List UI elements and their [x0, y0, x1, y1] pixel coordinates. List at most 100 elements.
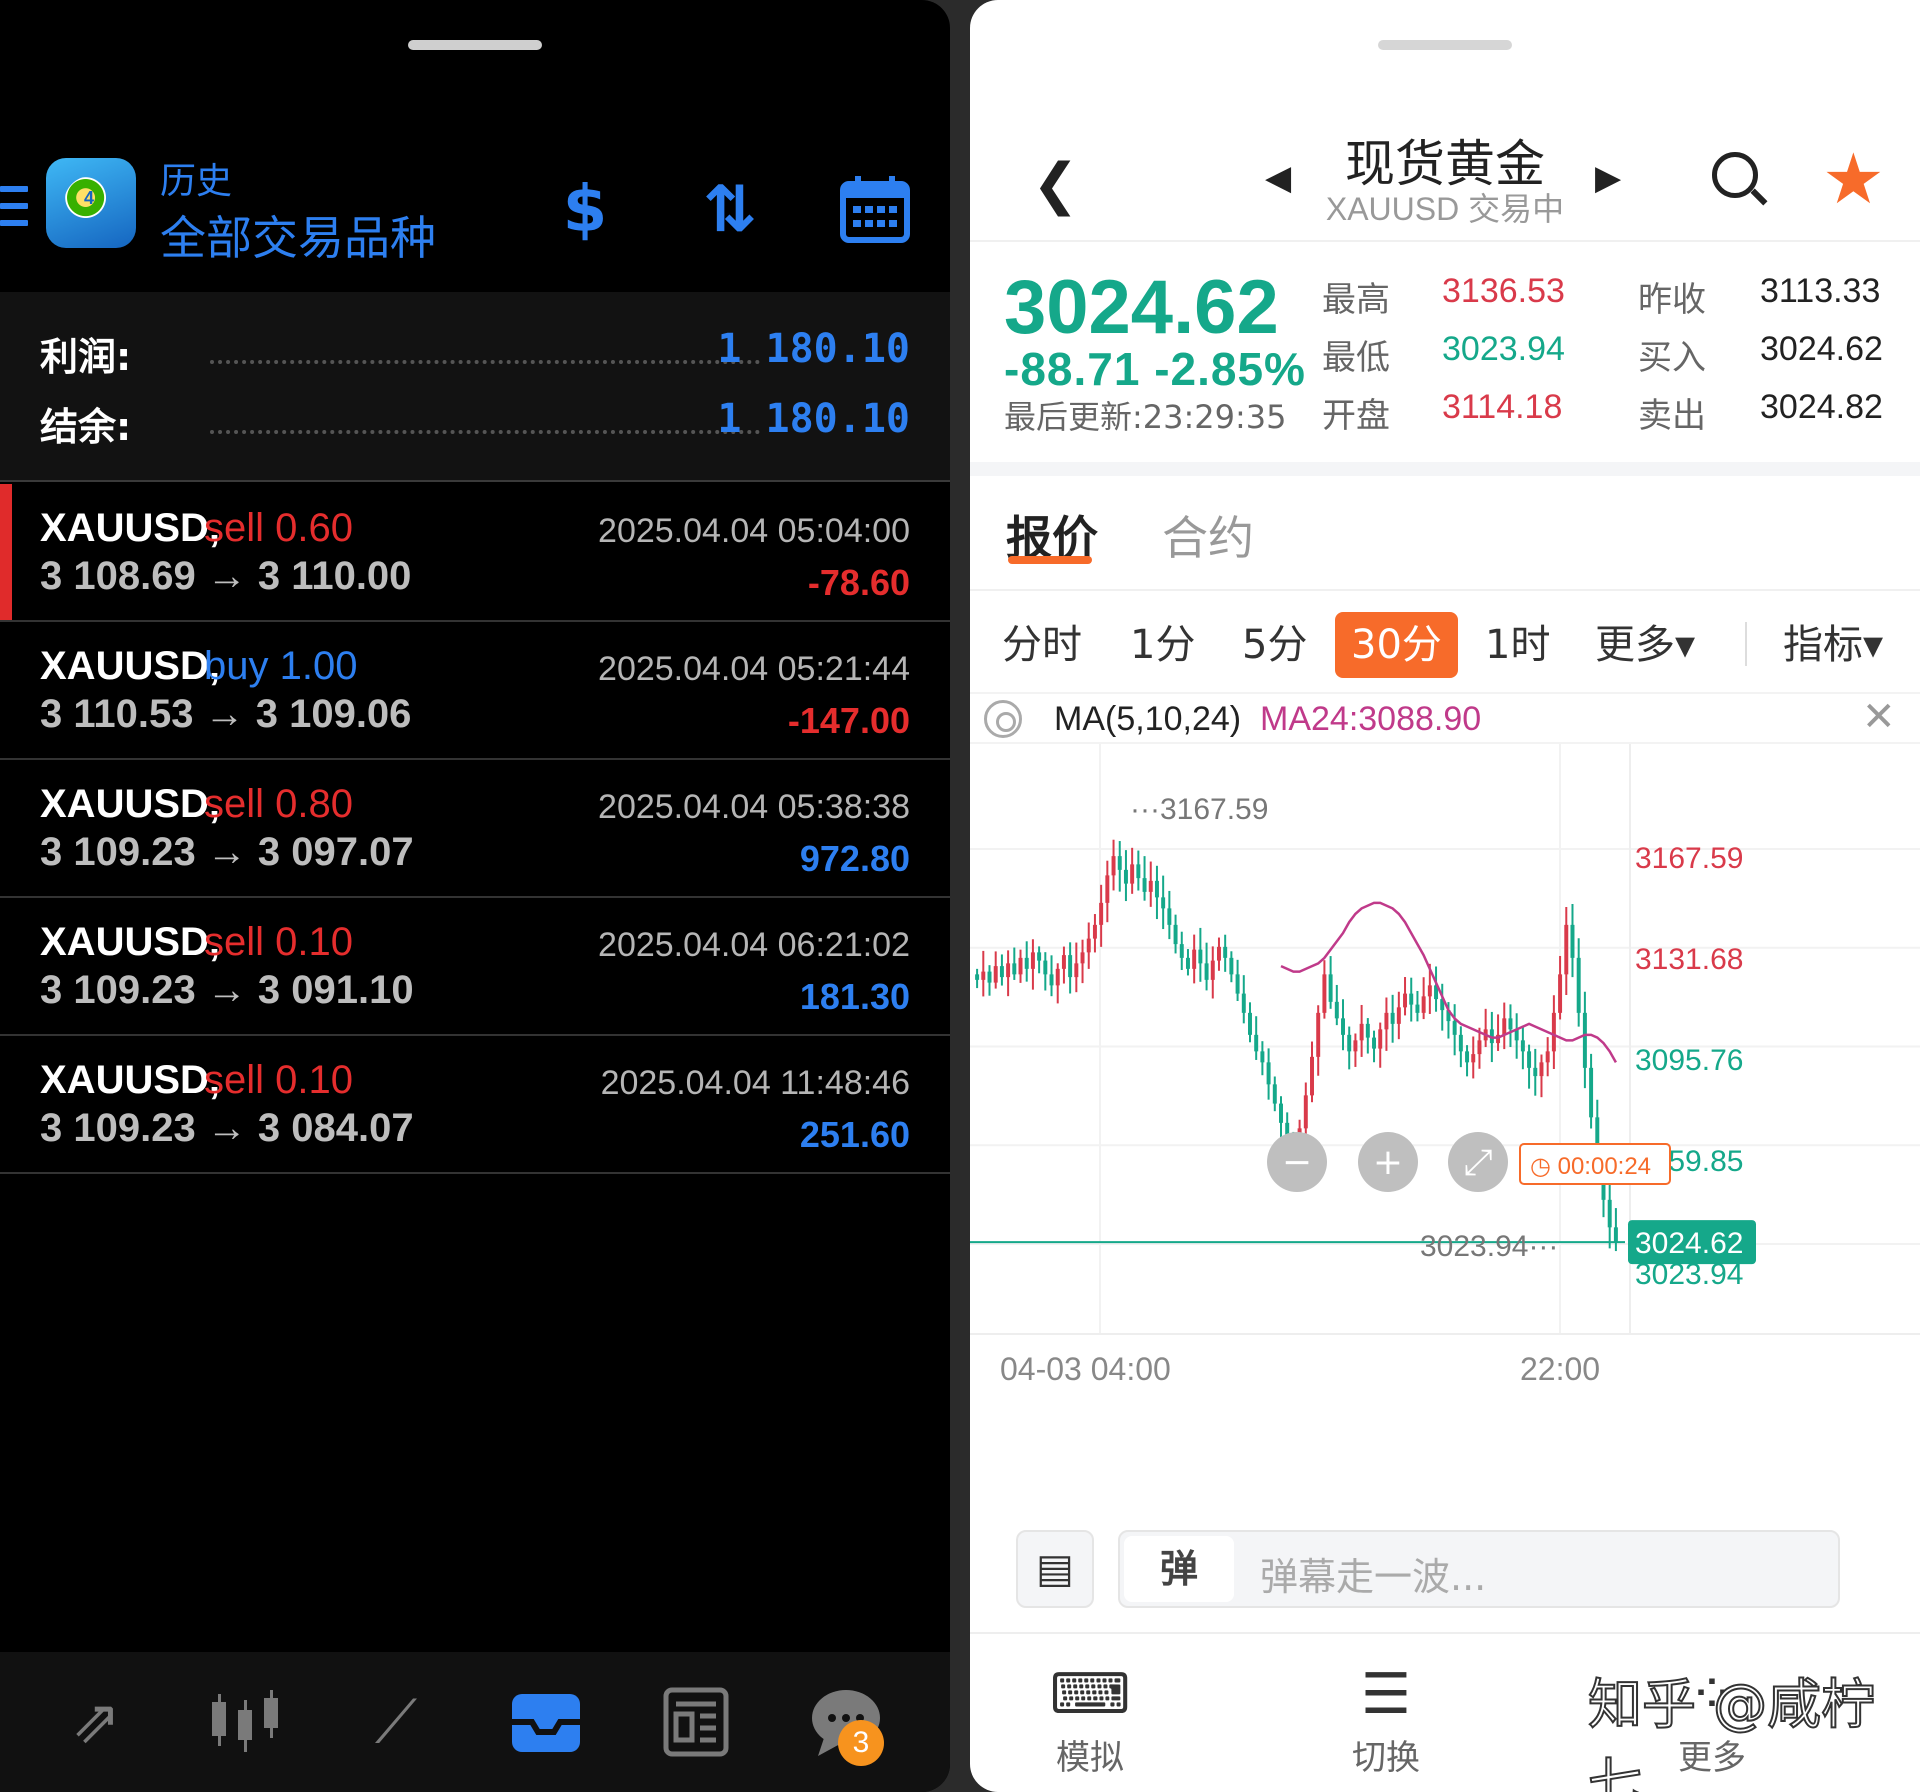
sim-trade-button[interactable]: ⌨ 模拟 [1020, 1660, 1160, 1779]
open-value: 3114.18 [1442, 388, 1563, 426]
high-label: 最高 [1322, 280, 1390, 320]
period-tab[interactable]: 分时 [1002, 612, 1082, 678]
candle-body [1409, 993, 1414, 1005]
candle-body [993, 966, 998, 983]
profit-row: 利润: 1 180.10 [40, 326, 910, 386]
danmu-input[interactable]: 弹 弹幕走一波... [1118, 1530, 1840, 1608]
quote-summary: 3024.62 -88.71 -2.85% 最后更新:23:29:35 最高 3… [970, 240, 1920, 460]
chart-icon[interactable]: ⟋ [356, 1682, 436, 1762]
candle-body [1347, 1034, 1352, 1052]
candle-body [1192, 949, 1197, 969]
candle-body [1092, 924, 1097, 939]
candle-body [1223, 946, 1228, 958]
period-tab[interactable]: 5分 [1242, 612, 1307, 678]
candle-body [1465, 1051, 1470, 1063]
candle-body [1452, 1021, 1457, 1035]
quote-panel: ❮ ◀ 现货黄金 XAUUSD 交易中 ▶ ★ 3024.62 -88.71 -… [970, 0, 1920, 1792]
order-time: 2025.04.04 05:38:38 [598, 788, 910, 826]
close-icon[interactable]: ✕ [1862, 694, 1896, 740]
prev-close-label: 昨收 [1638, 280, 1706, 320]
order-row[interactable]: XAUUSD, sell 0.60 3 108.69 → 3 110.00 2025.… [0, 484, 950, 622]
candle-body [1458, 1034, 1463, 1052]
candle-body [1055, 968, 1060, 986]
drag-handle[interactable] [1378, 40, 1512, 50]
candle-body [1471, 1054, 1476, 1063]
order-side: sell 0.10 [204, 920, 353, 964]
ma24-value: MA24:3088.90 [1260, 700, 1482, 738]
high-value: 3136.53 [1442, 272, 1565, 310]
bid-value: 3024.62 [1760, 330, 1883, 368]
chart-canvas[interactable]: ···3167.59 3023.94··· 3167.59 3131.68 3095.7… [970, 744, 1920, 1459]
candle-body [1539, 1062, 1544, 1077]
page-title[interactable]: 全部交易品种 [160, 202, 436, 268]
candle-body [1520, 1040, 1525, 1052]
tab-contract[interactable]: 合约 [1162, 502, 1254, 568]
candle-body [1198, 949, 1203, 964]
candle-body [1415, 1004, 1420, 1013]
candle-body [1006, 963, 1011, 978]
switch-button[interactable]: ☰ 切换 [1316, 1660, 1456, 1779]
news-icon[interactable] [656, 1682, 736, 1762]
order-prices: 3 110.53 → 3 109.06 [40, 692, 412, 736]
candle-body [1105, 875, 1110, 903]
candle-body [1117, 856, 1122, 870]
history-icon[interactable] [506, 1682, 586, 1762]
next-symbol-icon[interactable]: ▶ [1595, 158, 1621, 198]
candle-body [1012, 963, 1017, 975]
danmu-settings-icon[interactable]: ▤ [1016, 1530, 1094, 1608]
history-toolbar: 4 历史 全部交易品种 $ ⇅ [0, 140, 950, 290]
open-label: 开盘 [1322, 396, 1390, 436]
period-tab-selected[interactable]: 30分 [1335, 612, 1458, 678]
settings-gear-icon[interactable] [984, 700, 1022, 738]
period-tab[interactable]: 1分 [1130, 612, 1195, 678]
currency-exchange-icon[interactable]: $ [545, 170, 625, 250]
order-prices: 3 109.23 → 3 097.07 [40, 830, 414, 874]
candle-body [1074, 963, 1079, 978]
candle-body [1080, 952, 1085, 964]
order-row[interactable]: XAUUSD, sell 0.10 3 109.23 → 3 091.10 2025.… [0, 898, 950, 1036]
candle-body [1167, 908, 1172, 925]
period-tab[interactable]: 1时 [1485, 612, 1550, 678]
candle-body [1533, 1067, 1538, 1077]
candle-body [987, 971, 992, 983]
trade-icon[interactable]: ⇗ [56, 1682, 136, 1762]
danmu-toggle[interactable]: 弹 [1124, 1536, 1234, 1602]
candle-body [1328, 974, 1333, 1002]
order-pnl: -147.00 [787, 700, 910, 741]
candle-body [1161, 897, 1166, 909]
indicator-dropdown[interactable]: 指标▾ [1783, 612, 1883, 678]
favorite-star-icon[interactable]: ★ [1822, 138, 1885, 220]
active-tab-indicator [1008, 556, 1092, 564]
order-row[interactable]: XAUUSD, buy 1.00 3 110.53 → 3 109.06 2025.0… [0, 622, 950, 760]
bottom-nav: ⇗ ⟋ [0, 1652, 950, 1792]
order-prices: 3 109.23 → 3 091.10 [40, 968, 414, 1012]
fullscreen-button-icon: ⤢ [1464, 1142, 1493, 1183]
candle-body [1037, 952, 1042, 961]
candle-body [1607, 1199, 1612, 1228]
order-row[interactable]: XAUUSD, sell 0.10 3 109.23 → 3 084.07 2025.… [0, 1036, 950, 1174]
order-row[interactable]: XAUUSD, sell 0.80 3 109.23 → 3 097.07 2025.… [0, 760, 950, 898]
candle-body [1477, 1040, 1482, 1055]
candle-body [1564, 924, 1569, 975]
prev-close-value: 3113.33 [1760, 272, 1881, 310]
order-pnl: 251.60 [799, 1114, 910, 1155]
candle-body [1068, 955, 1073, 978]
period-more-dropdown[interactable]: 更多▾ [1595, 612, 1695, 678]
candle-body [1551, 1012, 1556, 1052]
quotes-icon[interactable] [206, 1682, 286, 1762]
history-panel: 4 历史 全部交易品种 $ ⇅ 利润: 1 180.10 结余: 1 180.1… [0, 0, 950, 1792]
low-value: 3023.94 [1442, 330, 1565, 368]
switch-icon: ☰ [1360, 1662, 1412, 1727]
balance-label: 结余: [40, 405, 132, 449]
drag-handle[interactable] [408, 40, 542, 50]
menu-icon[interactable] [0, 186, 28, 230]
y-tick-label: 3095.76 [1635, 1044, 1743, 1077]
candle-body [1210, 960, 1215, 980]
calendar-icon[interactable] [835, 170, 915, 250]
search-icon[interactable] [1710, 150, 1770, 210]
candle-body [1266, 1062, 1271, 1085]
countdown-label: ◷ 00:00:24 [1530, 1153, 1651, 1180]
candlestick-chart[interactable]: ···3167.59 3023.94··· 3167.59 3131.68 3095.7… [970, 744, 1920, 1459]
candle-body [1359, 1023, 1364, 1041]
sort-icon[interactable]: ⇅ [690, 170, 770, 250]
